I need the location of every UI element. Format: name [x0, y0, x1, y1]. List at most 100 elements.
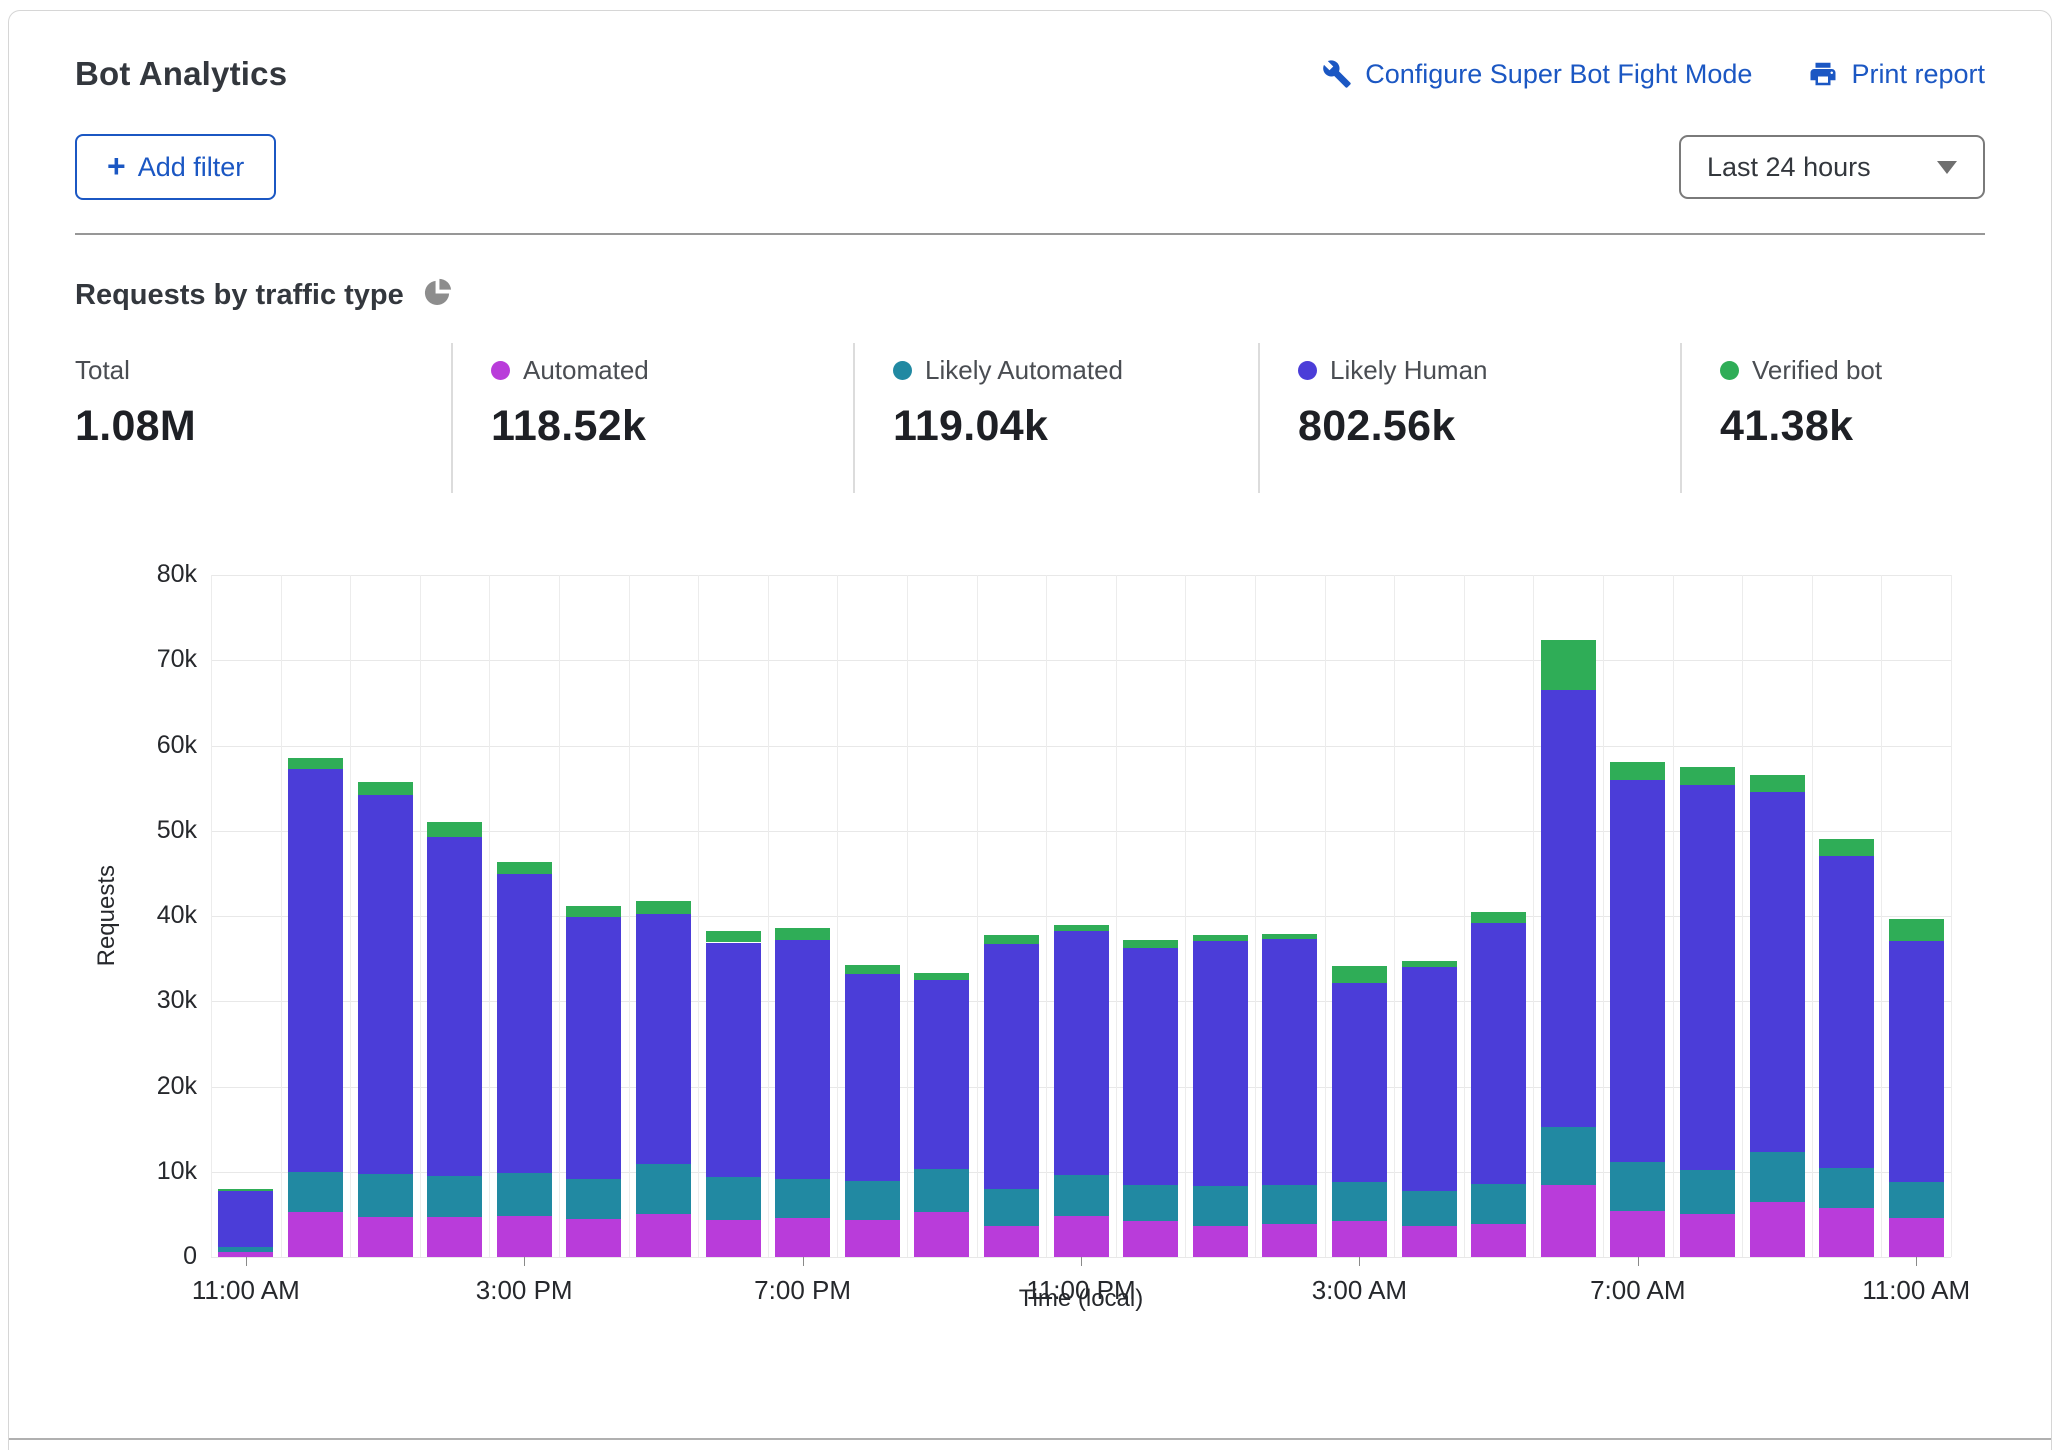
- bar-segment-likely_human[interactable]: [427, 837, 482, 1176]
- bar-segment-likely_automated[interactable]: [1193, 1186, 1248, 1226]
- bar-segment-verified_bot[interactable]: [288, 758, 343, 768]
- bar-segment-likely_automated[interactable]: [1610, 1162, 1665, 1211]
- bar-segment-likely_human[interactable]: [984, 944, 1039, 1189]
- bar-segment-automated[interactable]: [706, 1220, 761, 1257]
- bar-segment-likely_human[interactable]: [1680, 785, 1735, 1170]
- bar-segment-automated[interactable]: [566, 1219, 621, 1257]
- bar-segment-likely_human[interactable]: [914, 980, 969, 1169]
- bar-segment-likely_automated[interactable]: [1541, 1127, 1596, 1185]
- bar-segment-likely_automated[interactable]: [427, 1176, 482, 1217]
- bar-segment-verified_bot[interactable]: [1610, 762, 1665, 780]
- configure-super-bot-fight-mode-link[interactable]: Configure Super Bot Fight Mode: [1322, 59, 1752, 90]
- bar-segment-likely_human[interactable]: [1750, 792, 1805, 1153]
- bar-segment-automated[interactable]: [1750, 1202, 1805, 1257]
- bar-segment-likely_human[interactable]: [1262, 939, 1317, 1185]
- bar-segment-automated[interactable]: [636, 1214, 691, 1258]
- bar-segment-likely_automated[interactable]: [1819, 1168, 1874, 1209]
- bar-segment-automated[interactable]: [427, 1217, 482, 1257]
- bar-segment-verified_bot[interactable]: [497, 862, 552, 874]
- bar-segment-verified_bot[interactable]: [1193, 935, 1248, 941]
- bar-segment-automated[interactable]: [845, 1220, 900, 1258]
- bar-segment-automated[interactable]: [1889, 1218, 1944, 1257]
- bar-segment-likely_automated[interactable]: [775, 1179, 830, 1218]
- bar-segment-likely_human[interactable]: [1123, 948, 1178, 1184]
- bar-segment-verified_bot[interactable]: [218, 1189, 273, 1192]
- bar-segment-verified_bot[interactable]: [1332, 966, 1387, 982]
- bar-segment-verified_bot[interactable]: [1541, 640, 1596, 690]
- bar-segment-likely_human[interactable]: [566, 917, 621, 1179]
- bar-segment-automated[interactable]: [1332, 1221, 1387, 1257]
- bar-segment-verified_bot[interactable]: [427, 822, 482, 837]
- bar-segment-automated[interactable]: [1610, 1211, 1665, 1257]
- bar-segment-likely_automated[interactable]: [706, 1177, 761, 1221]
- bar-segment-likely_automated[interactable]: [1889, 1182, 1944, 1218]
- bar-segment-automated[interactable]: [497, 1216, 552, 1257]
- bar-segment-verified_bot[interactable]: [1889, 919, 1944, 940]
- bar-segment-likely_automated[interactable]: [914, 1169, 969, 1212]
- bar-segment-verified_bot[interactable]: [1819, 839, 1874, 856]
- bar-segment-likely_human[interactable]: [1889, 941, 1944, 1182]
- bar-segment-automated[interactable]: [1819, 1208, 1874, 1257]
- bar-segment-verified_bot[interactable]: [775, 928, 830, 940]
- bar-segment-likely_automated[interactable]: [218, 1247, 273, 1252]
- bar-segment-likely_automated[interactable]: [1123, 1185, 1178, 1222]
- bar-segment-likely_human[interactable]: [1054, 931, 1109, 1175]
- bar-segment-likely_automated[interactable]: [1054, 1175, 1109, 1216]
- bar-segment-likely_automated[interactable]: [636, 1164, 691, 1213]
- bar-segment-automated[interactable]: [288, 1212, 343, 1257]
- bar-segment-likely_human[interactable]: [636, 914, 691, 1164]
- bar-segment-likely_automated[interactable]: [1402, 1191, 1457, 1226]
- add-filter-button[interactable]: + Add filter: [75, 134, 276, 200]
- bar-segment-likely_human[interactable]: [1193, 941, 1248, 1187]
- bar-segment-likely_automated[interactable]: [1332, 1182, 1387, 1221]
- bar-segment-verified_bot[interactable]: [706, 931, 761, 943]
- bar-segment-likely_automated[interactable]: [1750, 1152, 1805, 1202]
- bar-segment-likely_automated[interactable]: [288, 1172, 343, 1212]
- bar-segment-verified_bot[interactable]: [1402, 961, 1457, 967]
- bar-segment-automated[interactable]: [775, 1218, 830, 1257]
- print-report-link[interactable]: Print report: [1808, 59, 1985, 90]
- bar-segment-verified_bot[interactable]: [1123, 940, 1178, 949]
- bar-segment-likely_automated[interactable]: [845, 1181, 900, 1219]
- bar-segment-likely_automated[interactable]: [1471, 1184, 1526, 1224]
- bar-segment-likely_automated[interactable]: [497, 1173, 552, 1217]
- bar-segment-likely_automated[interactable]: [1262, 1185, 1317, 1224]
- bar-segment-automated[interactable]: [1123, 1221, 1178, 1257]
- bar-segment-verified_bot[interactable]: [1054, 925, 1109, 931]
- bar-segment-automated[interactable]: [1402, 1226, 1457, 1258]
- bar-segment-verified_bot[interactable]: [1750, 775, 1805, 791]
- bar-segment-likely_human[interactable]: [775, 940, 830, 1179]
- bar-segment-automated[interactable]: [1541, 1185, 1596, 1258]
- bar-segment-automated[interactable]: [1680, 1214, 1735, 1257]
- bar-segment-likely_human[interactable]: [218, 1191, 273, 1246]
- bar-segment-likely_human[interactable]: [1610, 780, 1665, 1162]
- bar-segment-likely_human[interactable]: [497, 874, 552, 1172]
- bar-segment-likely_human[interactable]: [1402, 967, 1457, 1190]
- bar-segment-automated[interactable]: [1193, 1226, 1248, 1257]
- bar-segment-likely_human[interactable]: [845, 974, 900, 1181]
- bar-segment-automated[interactable]: [358, 1217, 413, 1257]
- bar-segment-verified_bot[interactable]: [358, 782, 413, 795]
- bar-segment-automated[interactable]: [984, 1226, 1039, 1258]
- bar-segment-verified_bot[interactable]: [845, 965, 900, 974]
- bar-segment-likely_human[interactable]: [1541, 690, 1596, 1127]
- bar-segment-likely_human[interactable]: [706, 943, 761, 1177]
- bar-segment-verified_bot[interactable]: [636, 901, 691, 915]
- bar-segment-verified_bot[interactable]: [984, 935, 1039, 944]
- bar-segment-verified_bot[interactable]: [1262, 934, 1317, 939]
- bar-segment-likely_automated[interactable]: [566, 1179, 621, 1219]
- bar-segment-verified_bot[interactable]: [1680, 767, 1735, 785]
- bar-segment-automated[interactable]: [1262, 1224, 1317, 1257]
- bar-segment-likely_human[interactable]: [1819, 856, 1874, 1167]
- bar-segment-automated[interactable]: [1471, 1224, 1526, 1257]
- bar-segment-likely_automated[interactable]: [358, 1174, 413, 1217]
- bar-segment-verified_bot[interactable]: [914, 973, 969, 980]
- bar-segment-likely_human[interactable]: [1332, 983, 1387, 1183]
- bar-segment-likely_human[interactable]: [288, 769, 343, 1172]
- time-range-select[interactable]: Last 24 hours: [1679, 135, 1985, 199]
- bar-segment-likely_human[interactable]: [1471, 923, 1526, 1184]
- bar-segment-verified_bot[interactable]: [1471, 912, 1526, 923]
- bar-segment-likely_automated[interactable]: [984, 1189, 1039, 1226]
- bar-segment-automated[interactable]: [1054, 1216, 1109, 1257]
- bar-segment-verified_bot[interactable]: [566, 906, 621, 917]
